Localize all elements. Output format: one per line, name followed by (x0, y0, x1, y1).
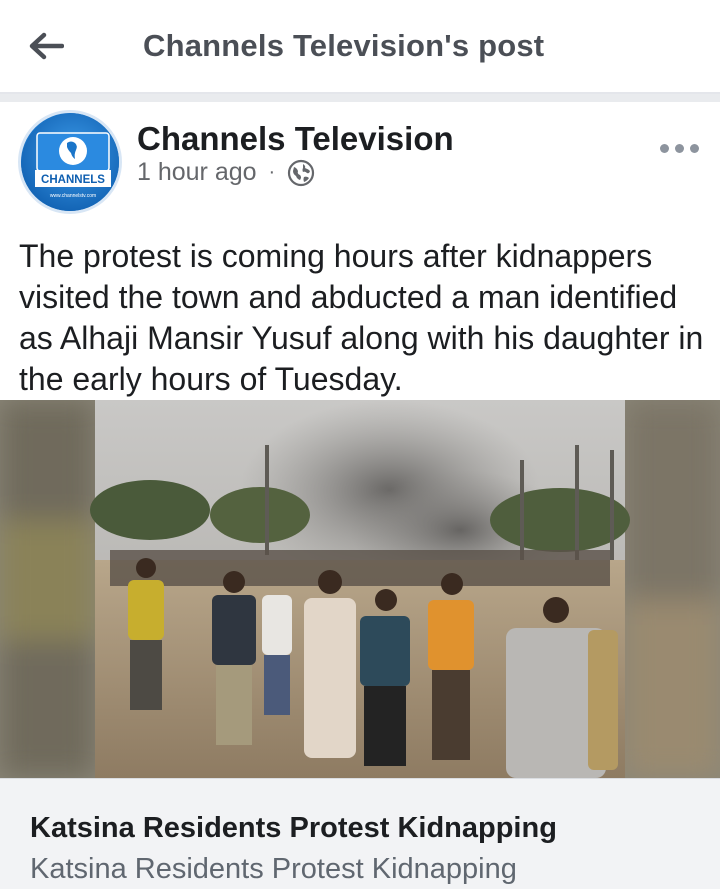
globe-icon (288, 159, 315, 186)
svg-text:www.channelstv.com: www.channelstv.com (50, 193, 96, 199)
post-text: The protest is coming hours after kidnap… (19, 238, 704, 397)
channels-logo: CHANNELS www.channelstv.com (21, 113, 119, 211)
more-options-button[interactable] (654, 128, 704, 168)
section-divider (0, 94, 720, 102)
meta-separator: · (268, 161, 276, 183)
page-title: Channels Television's post (143, 28, 545, 63)
top-bar: Channels Television's post (0, 0, 720, 94)
link-preview-description: Katsina Residents Protest Kidnapping (30, 853, 517, 885)
more-dots-icon (689, 143, 699, 153)
avatar[interactable]: CHANNELS www.channelstv.com (18, 110, 122, 214)
svg-text:CHANNELS: CHANNELS (41, 174, 105, 186)
author-name[interactable]: Channels Television (137, 120, 454, 158)
post-meta: 1 hour ago · (137, 158, 315, 187)
link-preview-title[interactable]: Katsina Residents Protest Kidnapping (30, 812, 557, 845)
arrow-left-icon (29, 32, 64, 60)
more-dots-icon (674, 143, 684, 153)
back-button[interactable] (22, 24, 70, 68)
post-photo[interactable] (0, 400, 720, 778)
post-timestamp[interactable]: 1 hour ago (137, 158, 257, 187)
more-dots-icon (659, 143, 669, 153)
